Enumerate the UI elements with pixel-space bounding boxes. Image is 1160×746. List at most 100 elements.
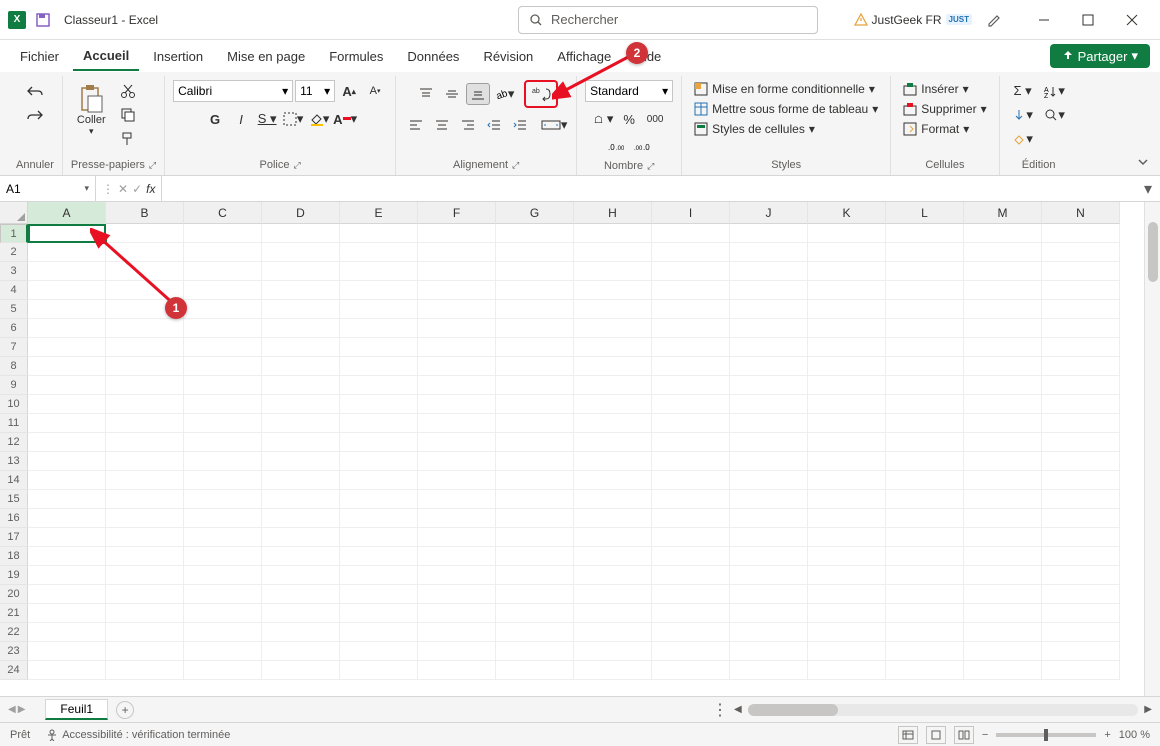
cells-area[interactable] [28, 224, 1144, 696]
cell[interactable] [1042, 471, 1120, 490]
align-right-button[interactable] [456, 114, 480, 136]
cell[interactable] [262, 471, 340, 490]
cell[interactable] [262, 661, 340, 680]
cell[interactable] [106, 414, 184, 433]
cell[interactable] [652, 243, 730, 262]
cell[interactable] [886, 623, 964, 642]
cell[interactable] [964, 547, 1042, 566]
cell[interactable] [886, 547, 964, 566]
row-header[interactable]: 19 [0, 566, 28, 585]
cell[interactable] [1042, 224, 1120, 243]
cell[interactable] [652, 471, 730, 490]
cell[interactable] [964, 566, 1042, 585]
cell[interactable] [808, 452, 886, 471]
cell[interactable] [184, 623, 262, 642]
cell[interactable] [262, 452, 340, 471]
cell[interactable] [574, 224, 652, 243]
cell[interactable] [886, 281, 964, 300]
cell[interactable] [262, 566, 340, 585]
cell[interactable] [340, 604, 418, 623]
cell[interactable] [808, 300, 886, 319]
format-cells-button[interactable]: Format ▾ [899, 120, 973, 138]
cell[interactable] [262, 319, 340, 338]
cell[interactable] [28, 642, 106, 661]
cell[interactable] [574, 604, 652, 623]
cell[interactable] [652, 300, 730, 319]
row-header[interactable]: 6 [0, 319, 28, 338]
cell[interactable] [1042, 661, 1120, 680]
cell[interactable] [106, 452, 184, 471]
cell[interactable] [1042, 585, 1120, 604]
cell[interactable] [730, 471, 808, 490]
cell[interactable] [340, 585, 418, 604]
cell[interactable] [1042, 433, 1120, 452]
column-header[interactable]: B [106, 202, 184, 224]
cell[interactable] [262, 642, 340, 661]
conditional-formatting-button[interactable]: Mise en forme conditionnelle ▾ [690, 80, 879, 98]
cell[interactable] [652, 395, 730, 414]
cell[interactable] [184, 243, 262, 262]
cell[interactable] [106, 471, 184, 490]
cell[interactable] [652, 433, 730, 452]
row-header[interactable]: 23 [0, 642, 28, 661]
cell[interactable] [964, 357, 1042, 376]
minimize-button[interactable] [1024, 5, 1064, 35]
cell[interactable] [418, 319, 496, 338]
cell[interactable] [730, 452, 808, 471]
row-header[interactable]: 9 [0, 376, 28, 395]
pen-icon[interactable] [982, 9, 1006, 31]
cell[interactable] [964, 395, 1042, 414]
fx-icon[interactable]: fx [146, 182, 155, 196]
cell[interactable] [730, 262, 808, 281]
cell[interactable] [886, 604, 964, 623]
cell[interactable] [964, 452, 1042, 471]
cell[interactable] [106, 604, 184, 623]
cell[interactable] [964, 319, 1042, 338]
cut-button[interactable] [116, 80, 140, 102]
cell[interactable] [340, 452, 418, 471]
sheet-nav-next-icon[interactable]: ▶ [18, 704, 26, 715]
cell[interactable] [574, 642, 652, 661]
horizontal-scrollbar[interactable] [748, 704, 1139, 716]
expand-formula-bar-icon[interactable]: ▾ [1136, 179, 1160, 199]
cell[interactable] [496, 452, 574, 471]
column-header[interactable]: C [184, 202, 262, 224]
cell[interactable] [496, 509, 574, 528]
copy-button[interactable] [116, 104, 140, 126]
enter-formula-icon[interactable]: ✓ [132, 182, 142, 196]
cell[interactable] [808, 490, 886, 509]
cell[interactable] [964, 281, 1042, 300]
cell[interactable] [184, 300, 262, 319]
cancel-formula-icon[interactable]: ✕ [118, 182, 128, 196]
vertical-scrollbar[interactable] [1144, 202, 1160, 696]
select-all-corner[interactable] [0, 202, 28, 224]
cell[interactable] [28, 585, 106, 604]
cell[interactable] [28, 661, 106, 680]
cell[interactable] [574, 300, 652, 319]
cell[interactable] [184, 224, 262, 243]
decrease-decimal-button[interactable]: .00.0 [630, 136, 654, 158]
column-header[interactable]: H [574, 202, 652, 224]
cell[interactable] [340, 490, 418, 509]
cell[interactable] [184, 547, 262, 566]
cell[interactable] [496, 490, 574, 509]
cell[interactable] [496, 376, 574, 395]
cell[interactable] [574, 376, 652, 395]
cell[interactable] [808, 281, 886, 300]
cell[interactable] [1042, 281, 1120, 300]
row-header[interactable]: 14 [0, 471, 28, 490]
cell[interactable] [496, 262, 574, 281]
cell[interactable] [808, 262, 886, 281]
maximize-button[interactable] [1068, 5, 1108, 35]
cell[interactable] [1042, 623, 1120, 642]
cell[interactable] [496, 661, 574, 680]
user-account[interactable]: JustGeek FR JUST [854, 13, 972, 27]
cell[interactable] [262, 509, 340, 528]
cell[interactable] [964, 623, 1042, 642]
cell[interactable] [106, 490, 184, 509]
row-header[interactable]: 4 [0, 281, 28, 300]
cell[interactable] [496, 224, 574, 243]
cell[interactable] [1042, 262, 1120, 281]
cell[interactable] [262, 547, 340, 566]
row-header[interactable]: 20 [0, 585, 28, 604]
